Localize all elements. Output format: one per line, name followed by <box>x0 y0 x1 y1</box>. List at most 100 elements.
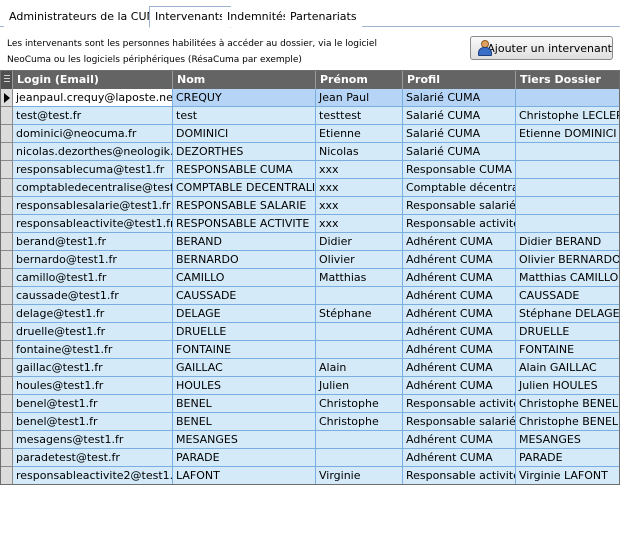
cell-profil[interactable]: Salarié CUMA <box>403 89 516 107</box>
cell-login[interactable]: nicolas.dezorthes@neologik.fr <box>13 143 173 161</box>
cell-tiers-dossier[interactable] <box>516 161 619 179</box>
table-row[interactable]: bernardo@test1.fr BERNARDO Olivier Adhérent… <box>1 251 619 269</box>
column-header-prenom[interactable]: Prénom <box>316 71 403 89</box>
cell-profil[interactable]: Responsable activité CUMA <box>403 467 516 484</box>
row-selector[interactable] <box>1 305 13 323</box>
cell-nom[interactable]: COMPTABLE DECENTRALISE <box>173 179 316 197</box>
cell-login[interactable]: benel@test1.fr <box>13 395 173 413</box>
cell-prenom[interactable]: Jean Paul <box>316 89 403 107</box>
column-header-nom[interactable]: Nom <box>173 71 316 89</box>
column-header-profil[interactable]: Profil <box>403 71 516 89</box>
cell-profil[interactable]: Adhérent CUMA <box>403 251 516 269</box>
table-row[interactable]: nicolas.dezorthes@neologik.fr DEZORTHES Ni… <box>1 143 619 161</box>
table-row[interactable]: test@test.fr test testtest Salarié CUMA Chri… <box>1 107 619 125</box>
cell-tiers-dossier[interactable]: Matthias CAMILLO <box>516 269 619 287</box>
cell-login[interactable]: dominici@neocuma.fr <box>13 125 173 143</box>
cell-nom[interactable]: CAUSSADE <box>173 287 316 305</box>
cell-prenom[interactable]: Christophe <box>316 395 403 413</box>
cell-prenom[interactable]: xxx <box>316 179 403 197</box>
cell-prenom[interactable]: Nicolas <box>316 143 403 161</box>
table-row[interactable]: responsableactivite@test1.fr RESPONSABLE … <box>1 215 619 233</box>
cell-nom[interactable]: DOMINICI <box>173 125 316 143</box>
row-selector[interactable] <box>1 179 13 197</box>
cell-profil[interactable]: Adhérent CUMA <box>403 359 516 377</box>
cell-profil[interactable]: Salarié CUMA <box>403 143 516 161</box>
cell-profil[interactable]: Responsable salarié CUMA <box>403 413 516 431</box>
cell-nom[interactable]: HOULES <box>173 377 316 395</box>
cell-prenom[interactable]: Olivier <box>316 251 403 269</box>
cell-profil[interactable]: Adhérent CUMA <box>403 341 516 359</box>
cell-login[interactable]: bernardo@test1.fr <box>13 251 173 269</box>
cell-tiers-dossier[interactable]: DRUELLE <box>516 323 619 341</box>
tab-indemnites[interactable]: Indemnités <box>222 7 295 27</box>
table-row[interactable]: mesagens@test1.fr MESANGES Adhérent CUMA M… <box>1 431 619 449</box>
cell-tiers-dossier[interactable]: Virginie LAFONT <box>516 467 619 484</box>
cell-prenom[interactable] <box>316 431 403 449</box>
cell-profil[interactable]: Salarié CUMA <box>403 107 516 125</box>
row-selector[interactable] <box>1 161 13 179</box>
cell-tiers-dossier[interactable]: Stéphane DELAGE <box>516 305 619 323</box>
cell-profil[interactable]: Responsable activité CUMA <box>403 215 516 233</box>
cell-prenom[interactable]: Stéphane <box>316 305 403 323</box>
cell-tiers-dossier[interactable]: Olivier BERNARDO <box>516 251 619 269</box>
cell-tiers-dossier[interactable]: Alain GAILLAC <box>516 359 619 377</box>
table-row[interactable]: paradetest@test.fr PARADE Adhérent CUMA PA… <box>1 449 619 467</box>
cell-tiers-dossier[interactable]: Christophe BENEL <box>516 395 619 413</box>
row-selector[interactable] <box>1 323 13 341</box>
cell-nom[interactable]: BENEL <box>173 395 316 413</box>
table-row[interactable]: caussade@test1.fr CAUSSADE Adhérent CUMA C… <box>1 287 619 305</box>
cell-nom[interactable]: CREQUY <box>173 89 316 107</box>
cell-login[interactable]: benel@test1.fr <box>13 413 173 431</box>
cell-profil[interactable]: Adhérent CUMA <box>403 287 516 305</box>
column-header-login[interactable]: Login (Email) <box>13 71 173 89</box>
cell-prenom[interactable] <box>316 323 403 341</box>
row-selector[interactable] <box>1 413 13 431</box>
cell-tiers-dossier[interactable] <box>516 215 619 233</box>
cell-profil[interactable]: Adhérent CUMA <box>403 269 516 287</box>
row-selector[interactable] <box>1 143 13 161</box>
cell-login[interactable]: druelle@test1.fr <box>13 323 173 341</box>
row-selector[interactable] <box>1 377 13 395</box>
row-selector-header[interactable] <box>1 71 13 89</box>
cell-nom[interactable]: RESPONSABLE SALARIE <box>173 197 316 215</box>
cell-nom[interactable]: DRUELLE <box>173 323 316 341</box>
row-selector[interactable] <box>1 233 13 251</box>
cell-profil[interactable]: Adhérent CUMA <box>403 377 516 395</box>
cell-prenom[interactable] <box>316 287 403 305</box>
cell-profil[interactable]: Comptable décentralisé <box>403 179 516 197</box>
cell-tiers-dossier[interactable]: Christophe BENEL <box>516 413 619 431</box>
table-row[interactable]: benel@test1.fr BENEL Christophe Responsable… <box>1 395 619 413</box>
tab-administrateurs[interactable]: Administrateurs de la CUMA <box>4 7 170 27</box>
cell-nom[interactable]: BERNARDO <box>173 251 316 269</box>
cell-nom[interactable]: LAFONT <box>173 467 316 484</box>
row-selector[interactable] <box>1 125 13 143</box>
cell-prenom[interactable]: xxx <box>316 197 403 215</box>
table-row[interactable]: responsablecuma@test1.fr RESPONSABLE CUMA… <box>1 161 619 179</box>
cell-profil[interactable]: Adhérent CUMA <box>403 431 516 449</box>
cell-login[interactable]: comptabledecentralise@test1.fr <box>13 179 173 197</box>
cell-login[interactable]: responsablesalarie@test1.fr <box>13 197 173 215</box>
row-selector[interactable] <box>1 341 13 359</box>
cell-login[interactable]: jeanpaul.crequy@laposte.net <box>13 89 173 107</box>
row-selector[interactable] <box>1 89 13 107</box>
cell-prenom[interactable] <box>316 449 403 467</box>
table-row[interactable]: benel@test1.fr BENEL Christophe Responsable… <box>1 413 619 431</box>
cell-tiers-dossier[interactable]: Julien HOULES <box>516 377 619 395</box>
cell-login[interactable]: gaillac@test1.fr <box>13 359 173 377</box>
cell-prenom[interactable]: xxx <box>316 215 403 233</box>
cell-tiers-dossier[interactable]: Christophe LECLERC <box>516 107 619 125</box>
cell-login[interactable]: responsableactivite@test1.fr <box>13 215 173 233</box>
cell-profil[interactable]: Adhérent CUMA <box>403 305 516 323</box>
cell-profil[interactable]: Adhérent CUMA <box>403 449 516 467</box>
table-row[interactable]: responsablesalarie@test1.fr RESPONSABLE S… <box>1 197 619 215</box>
cell-nom[interactable]: PARADE <box>173 449 316 467</box>
table-row[interactable]: houles@test1.fr HOULES Julien Adhérent CUMA… <box>1 377 619 395</box>
cell-profil[interactable]: Salarié CUMA <box>403 125 516 143</box>
table-row[interactable]: camillo@test1.fr CAMILLO Matthias Adhérent … <box>1 269 619 287</box>
cell-login[interactable]: caussade@test1.fr <box>13 287 173 305</box>
cell-tiers-dossier[interactable]: Didier BERAND <box>516 233 619 251</box>
cell-login[interactable]: responsableactivite2@test1.fr <box>13 467 173 484</box>
cell-tiers-dossier[interactable]: Etienne DOMINICI <box>516 125 619 143</box>
table-row[interactable]: responsableactivite2@test1.fr LAFONT Virgi… <box>1 467 619 484</box>
cell-login[interactable]: fontaine@test1.fr <box>13 341 173 359</box>
